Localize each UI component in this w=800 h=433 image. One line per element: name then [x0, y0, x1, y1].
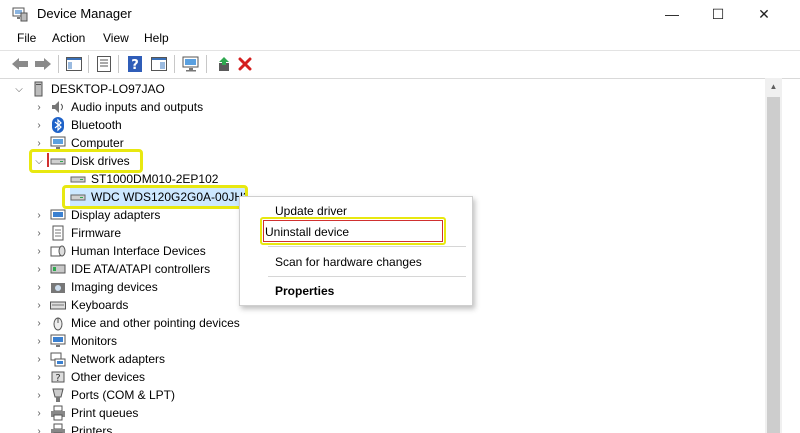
chevron-right-icon[interactable]: › — [33, 224, 45, 242]
mouse-icon — [53, 317, 63, 331]
monitor-icon — [50, 334, 66, 347]
chevron-right-icon[interactable]: › — [33, 206, 45, 224]
wdc-drive-highlight — [62, 185, 248, 209]
device-manager-icon — [12, 7, 28, 22]
computer-icon — [34, 81, 43, 97]
tree-item-audio[interactable]: Audio inputs and outputs — [50, 98, 203, 116]
tree-item-other[interactable]: ? Other devices — [50, 368, 145, 386]
chevron-right-icon[interactable]: › — [33, 242, 45, 260]
tree-item-firmware[interactable]: Firmware — [50, 224, 121, 242]
maximize-button[interactable]: ☐ — [695, 0, 741, 28]
printer-icon — [51, 405, 65, 421]
title-bar: Device Manager — ☐ ✕ — [0, 0, 800, 28]
chevron-right-icon[interactable]: › — [33, 404, 45, 422]
tree-item-hid[interactable]: Human Interface Devices — [50, 242, 206, 260]
tree-item-network[interactable]: Network adapters — [50, 350, 165, 368]
minimize-button[interactable]: — — [649, 0, 695, 28]
context-scan-hardware[interactable]: Scan for hardware changes — [275, 255, 422, 269]
menu-view[interactable]: View — [103, 31, 129, 45]
forward-arrow-icon[interactable] — [34, 55, 52, 73]
help-icon[interactable]: ? — [126, 55, 144, 73]
menu-action[interactable]: Action — [52, 31, 85, 45]
action-pane-icon[interactable] — [150, 55, 168, 73]
chevron-right-icon[interactable]: › — [33, 98, 45, 116]
tree-root-label: DESKTOP-LO97JAO — [51, 82, 165, 96]
context-update-driver[interactable]: Update driver — [275, 204, 347, 218]
camera-icon — [51, 283, 65, 293]
hid-icon — [50, 245, 66, 257]
printer-icon — [51, 423, 65, 433]
red-marker — [47, 153, 49, 167]
vertical-scrollbar[interactable]: ▲ — [765, 78, 782, 433]
chevron-right-icon[interactable]: › — [33, 422, 45, 433]
scan-hardware-monitor-icon[interactable] — [182, 55, 200, 73]
keyboard-icon — [50, 301, 66, 310]
firmware-icon — [52, 225, 64, 241]
back-arrow-icon[interactable] — [11, 55, 29, 73]
chevron-right-icon[interactable]: › — [33, 260, 45, 278]
context-properties[interactable]: Properties — [275, 284, 334, 298]
tree-item-print-queues[interactable]: Print queues — [50, 404, 138, 422]
uninstall-x-icon[interactable] — [236, 55, 254, 73]
tree-item-mice[interactable]: Mice and other pointing devices — [50, 314, 240, 332]
chevron-right-icon[interactable]: › — [33, 314, 45, 332]
display-adapter-icon — [50, 209, 66, 220]
tree-item-ports[interactable]: Ports (COM & LPT) — [50, 386, 175, 404]
chevron-right-icon[interactable]: › — [33, 116, 45, 134]
context-uninstall-device[interactable]: Uninstall device — [265, 225, 349, 239]
svg-text:?: ? — [131, 58, 139, 72]
tree-item-monitors[interactable]: Monitors — [50, 332, 117, 350]
tree-item-imaging[interactable]: Imaging devices — [50, 278, 158, 296]
scrollbar-thumb[interactable] — [767, 97, 780, 433]
toolbar: ? — [0, 50, 800, 79]
tree-root[interactable]: DESKTOP-LO97JAO — [30, 80, 165, 98]
chevron-right-icon[interactable]: › — [33, 350, 45, 368]
menu-help[interactable]: Help — [144, 31, 169, 45]
properties-icon[interactable] — [95, 55, 113, 73]
tree-item-printers[interactable]: Printers — [50, 422, 112, 433]
tree-item-bluetooth[interactable]: Bluetooth — [50, 116, 122, 134]
other-devices-icon: ? — [51, 371, 65, 384]
menu-file[interactable]: File — [17, 31, 36, 45]
speaker-icon — [52, 101, 63, 113]
chevron-right-icon[interactable]: › — [33, 296, 45, 314]
chevron-right-icon[interactable]: › — [33, 278, 45, 296]
network-icon — [50, 352, 66, 367]
update-driver-icon[interactable] — [215, 55, 233, 73]
context-menu: Update driver Uninstall device Scan for … — [239, 196, 473, 306]
svg-text:?: ? — [55, 373, 60, 384]
bluetooth-icon — [52, 117, 64, 133]
tree-item-ide[interactable]: IDE ATA/ATAPI controllers — [50, 260, 210, 278]
show-hide-console-tree-icon[interactable] — [65, 55, 83, 73]
chevron-right-icon[interactable]: › — [33, 368, 45, 386]
chevron-right-icon[interactable]: › — [33, 386, 45, 404]
close-button[interactable]: ✕ — [741, 0, 787, 28]
tree-item-keyboards[interactable]: Keyboards — [50, 296, 128, 314]
scroll-up-arrow-icon[interactable]: ▲ — [765, 78, 782, 95]
chevron-down-icon[interactable]: ⌵ — [13, 80, 25, 98]
menu-bar: File Action View Help — [0, 28, 800, 48]
port-icon — [52, 388, 64, 402]
chevron-right-icon[interactable]: › — [33, 332, 45, 350]
window-title: Device Manager — [37, 6, 132, 21]
ide-controller-icon — [50, 264, 66, 274]
